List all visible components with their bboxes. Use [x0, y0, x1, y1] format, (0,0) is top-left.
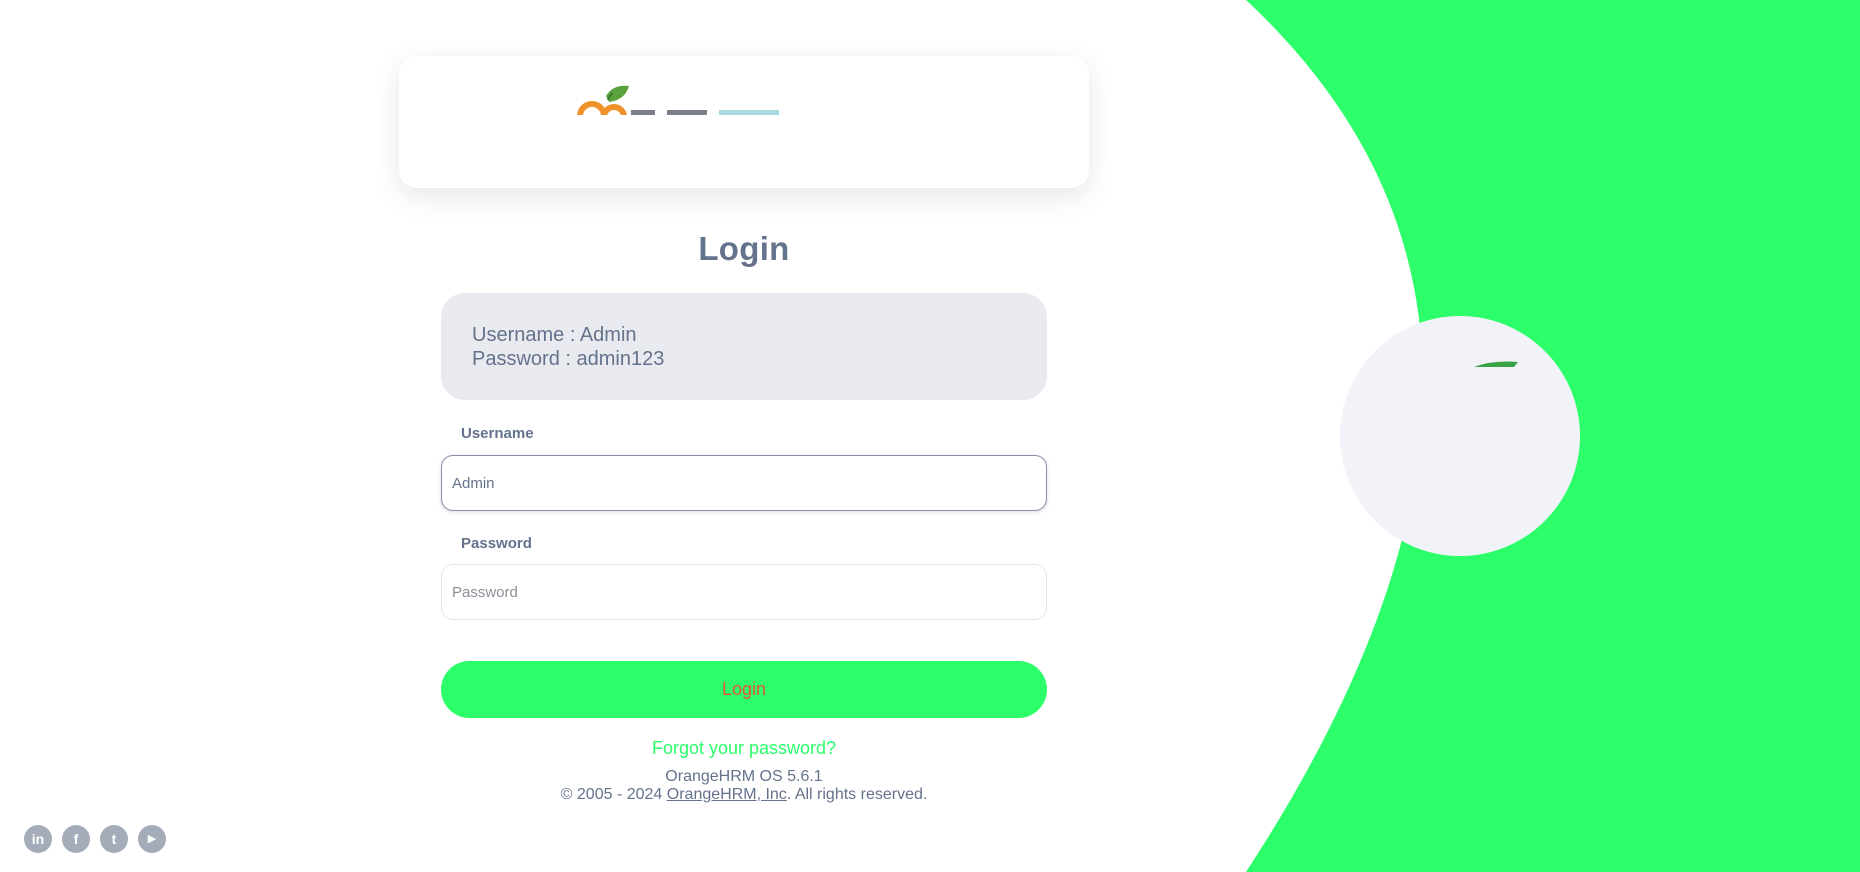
branding-circle: [1340, 316, 1580, 556]
password-input[interactable]: [441, 564, 1047, 620]
password-label: Password: [461, 535, 532, 552]
credentials-username: Username : Admin: [472, 324, 637, 346]
copyright-suffix: . All rights reserved.: [786, 786, 928, 803]
facebook-icon[interactable]: f: [62, 825, 90, 853]
social-links: in f t ▶: [24, 825, 166, 853]
version-text: OrangeHRM OS 5.6.1: [665, 768, 823, 785]
copyright-prefix: © 2005 - 2024: [560, 786, 667, 803]
login-button[interactable]: Login: [441, 661, 1047, 718]
username-label: Username: [461, 425, 534, 442]
forgot-password-link[interactable]: Forgot your password?: [0, 738, 1488, 759]
credentials-hint: Username : Admin Password : admin123: [441, 293, 1047, 400]
copyright-text: © 2005 - 2024 OrangeHRM, Inc. All rights…: [0, 786, 1488, 804]
youtube-icon[interactable]: ▶: [138, 825, 166, 853]
credentials-password: Password : admin123: [472, 348, 665, 370]
linkedin-icon[interactable]: in: [24, 825, 52, 853]
twitter-icon[interactable]: t: [100, 825, 128, 853]
page-title: Login: [698, 230, 790, 267]
orangehrm-logo-icon: [571, 85, 821, 173]
footer: OrangeHRM OS 5.6.1 © 2005 - 2024 OrangeH…: [0, 768, 1488, 804]
logo-card: [399, 56, 1089, 188]
company-link[interactable]: OrangeHRM, Inc: [667, 786, 787, 803]
orangehrm-logo: [571, 84, 821, 173]
username-input[interactable]: [441, 455, 1047, 511]
